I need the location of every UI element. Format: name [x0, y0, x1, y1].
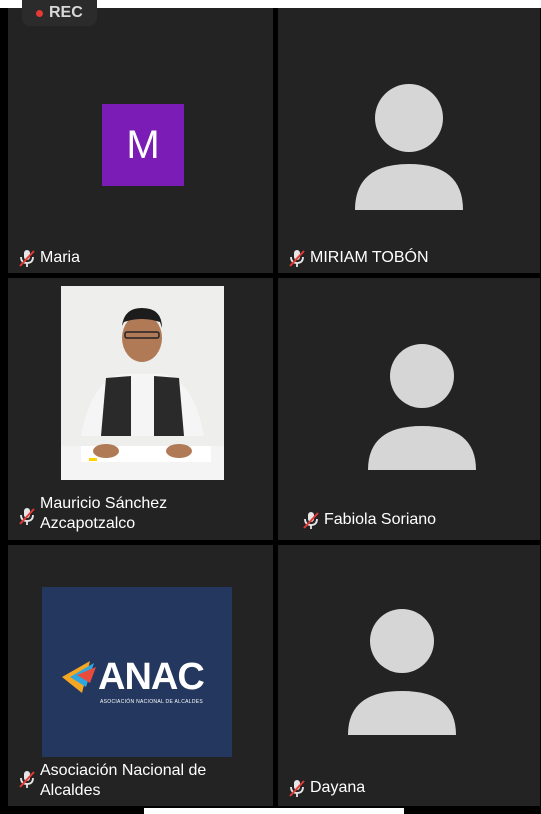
logo-text: ANAC	[98, 656, 205, 698]
logo-subtext: ASOCIACIÓN NACIONAL DE ALCALDES	[100, 699, 204, 705]
person-placeholder-icon	[355, 84, 463, 210]
mic-muted-icon	[289, 250, 305, 267]
participant-name: Mauricio Sánchez Azcapotzalco	[18, 494, 167, 534]
avatar: M	[102, 104, 184, 186]
recording-indicator: REC	[22, 0, 97, 26]
mic-muted-icon	[303, 512, 319, 529]
person-placeholder-icon	[368, 344, 476, 470]
participant-name: Maria	[18, 248, 80, 268]
participant-name: Fabiola Soriano	[302, 510, 436, 530]
mic-muted-icon	[19, 771, 35, 788]
participant-tile-fabiola[interactable]: Fabiola Soriano	[278, 278, 540, 540]
participant-tile-dayana[interactable]: Dayana	[278, 545, 540, 806]
participant-tile-mauricio[interactable]: Mauricio Sánchez Azcapotzalco	[8, 278, 273, 540]
participant-name: Asociación Nacional de Alcaldes	[18, 761, 206, 801]
participant-video	[61, 286, 224, 480]
home-indicator	[144, 808, 404, 814]
mic-muted-icon	[19, 250, 35, 267]
participant-name: MIRIAM TOBÓN	[288, 248, 429, 268]
mic-muted-icon	[289, 780, 305, 797]
video-frame-image	[61, 286, 224, 480]
avatar-letter: M	[126, 122, 160, 167]
participant-tile-miriam[interactable]: MIRIAM TOBÓN	[278, 8, 540, 273]
participant-name: Dayana	[288, 778, 365, 798]
mic-muted-icon	[19, 508, 35, 525]
person-placeholder-icon	[348, 609, 456, 735]
participant-tile-anac[interactable]: ANAC ASOCIACIÓN NACIONAL DE ALCALDES Aso…	[8, 545, 273, 806]
participant-tile-maria[interactable]: M Maria	[8, 8, 273, 273]
record-dot-icon	[36, 9, 43, 17]
anac-logo: ANAC ASOCIACIÓN NACIONAL DE ALCALDES	[42, 587, 232, 757]
